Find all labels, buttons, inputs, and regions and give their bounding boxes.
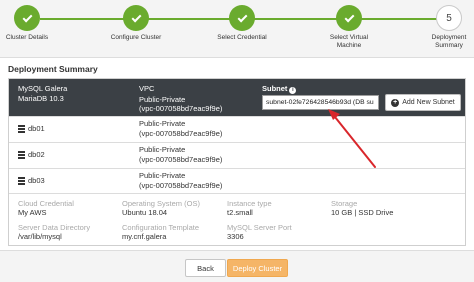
step-deployment-summary[interactable]: 5 Deployment Summary bbox=[414, 5, 474, 50]
footer-bar: Back Deploy Cluster bbox=[0, 250, 474, 282]
node-row: db02 Public-Private (vpc-007058bd7eac9f9… bbox=[9, 142, 465, 166]
detail-cloud-credential: Cloud Credential My AWS bbox=[18, 199, 74, 217]
node-name: db01 bbox=[18, 124, 45, 133]
add-new-subnet-label: Add New Subnet bbox=[402, 99, 455, 106]
detail-label: Storage bbox=[331, 199, 358, 208]
subnet-select[interactable]: subnet-02fe726428546b93d (DB su bbox=[262, 95, 379, 110]
detail-label: Cloud Credential bbox=[18, 199, 74, 208]
check-icon bbox=[229, 5, 255, 31]
deployment-details: Cloud Credential My AWS Operating System… bbox=[9, 193, 465, 245]
page-title: Deployment Summary bbox=[8, 64, 98, 74]
step-label: Configure Cluster bbox=[110, 34, 162, 41]
detail-instance-type: Instance type t2.small bbox=[227, 199, 272, 217]
detail-label: Instance type bbox=[227, 199, 272, 208]
db-type: MySQL Galera bbox=[18, 84, 68, 93]
check-icon bbox=[336, 5, 362, 31]
detail-value: /var/lib/mysql bbox=[18, 232, 62, 241]
node-vpc-id: (vpc-007058bd7eac9f9e) bbox=[139, 128, 223, 138]
step-select-virtual-machine[interactable]: Select Virtual Machine bbox=[314, 5, 384, 50]
add-new-subnet-button[interactable]: + Add New Subnet bbox=[385, 94, 461, 111]
node-label: db03 bbox=[28, 176, 45, 185]
node-row: db03 Public-Private (vpc-007058bd7eac9f9… bbox=[9, 168, 465, 192]
detail-label: MySQL Server Port bbox=[227, 223, 292, 232]
node-label: db02 bbox=[28, 150, 45, 159]
detail-value: 10 GB | SSD Drive bbox=[331, 208, 394, 217]
vpc-title: VPC bbox=[139, 84, 155, 93]
node-vpc-type: Public-Private bbox=[139, 119, 186, 128]
step-number: 5 bbox=[436, 5, 462, 31]
node-name: db03 bbox=[18, 176, 45, 185]
node-vpc-type: Public-Private bbox=[139, 145, 186, 154]
detail-operating-system: Operating System (OS) Ubuntu 18.04 bbox=[122, 199, 200, 217]
node-row: db01 Public-Private (vpc-007058bd7eac9f9… bbox=[9, 116, 465, 140]
node-vpc: Public-Private (vpc-007058bd7eac9f9e) bbox=[139, 119, 222, 138]
detail-configuration-template: Configuration Template my.cnf.galera bbox=[122, 223, 199, 241]
vpc-id: (vpc-007058bd7eac9f9e) bbox=[139, 104, 223, 113]
wizard-stepper: Cluster Details Configure Cluster Select… bbox=[0, 0, 474, 58]
detail-mysql-server-port: MySQL Server Port 3306 bbox=[227, 223, 292, 241]
node-vpc-id: (vpc-007058bd7eac9f9e) bbox=[139, 154, 223, 164]
node-label: db01 bbox=[28, 124, 45, 133]
node-vpc: Public-Private (vpc-007058bd7eac9f9e) bbox=[139, 145, 222, 164]
node-vpc-id: (vpc-007058bd7eac9f9e) bbox=[139, 180, 223, 190]
detail-label: Server Data Directory bbox=[18, 223, 91, 232]
check-icon bbox=[14, 5, 40, 31]
back-button[interactable]: Back bbox=[185, 259, 226, 277]
detail-value: My AWS bbox=[18, 208, 47, 217]
detail-value: 3306 bbox=[227, 232, 244, 241]
db-version: MariaDB 10.3 bbox=[18, 94, 64, 103]
step-configure-cluster[interactable]: Configure Cluster bbox=[101, 5, 171, 42]
detail-server-data-directory: Server Data Directory /var/lib/mysql bbox=[18, 223, 90, 241]
plus-icon: + bbox=[391, 98, 400, 107]
node-name: db02 bbox=[18, 150, 45, 159]
node-vpc: Public-Private (vpc-007058bd7eac9f9e) bbox=[139, 171, 222, 190]
server-icon bbox=[18, 124, 25, 133]
detail-value: t2.small bbox=[227, 208, 253, 217]
step-label: Select Credential bbox=[217, 34, 267, 41]
step-label: Deployment Summary bbox=[431, 34, 467, 49]
vpc-info: Public-Private (vpc-007058bd7eac9f9e) bbox=[139, 95, 222, 113]
server-icon bbox=[18, 150, 25, 159]
server-icon bbox=[18, 176, 25, 185]
subnet-label: Subnet bbox=[262, 84, 288, 93]
step-label: Cluster Details bbox=[5, 34, 49, 41]
node-vpc-type: Public-Private bbox=[139, 171, 186, 180]
info-icon[interactable]: i bbox=[289, 87, 297, 94]
subnet-title: Subnet i bbox=[262, 84, 297, 94]
detail-label: Configuration Template bbox=[122, 223, 199, 232]
detail-storage: Storage 10 GB | SSD Drive bbox=[331, 199, 393, 217]
step-cluster-details[interactable]: Cluster Details bbox=[0, 5, 62, 42]
db-info: MySQL Galera MariaDB 10.3 bbox=[18, 84, 67, 104]
cluster-header: MySQL Galera MariaDB 10.3 VPC Public-Pri… bbox=[9, 79, 465, 116]
check-icon bbox=[123, 5, 149, 31]
deploy-cluster-button[interactable]: Deploy Cluster bbox=[227, 259, 288, 277]
vpc-type: Public-Private bbox=[139, 95, 186, 104]
summary-panel: MySQL Galera MariaDB 10.3 VPC Public-Pri… bbox=[8, 78, 466, 246]
detail-value: my.cnf.galera bbox=[122, 232, 167, 241]
step-select-credential[interactable]: Select Credential bbox=[207, 5, 277, 42]
detail-label: Operating System (OS) bbox=[122, 199, 200, 208]
step-label: Select Virtual Machine bbox=[329, 34, 369, 49]
detail-value: Ubuntu 18.04 bbox=[122, 208, 168, 217]
